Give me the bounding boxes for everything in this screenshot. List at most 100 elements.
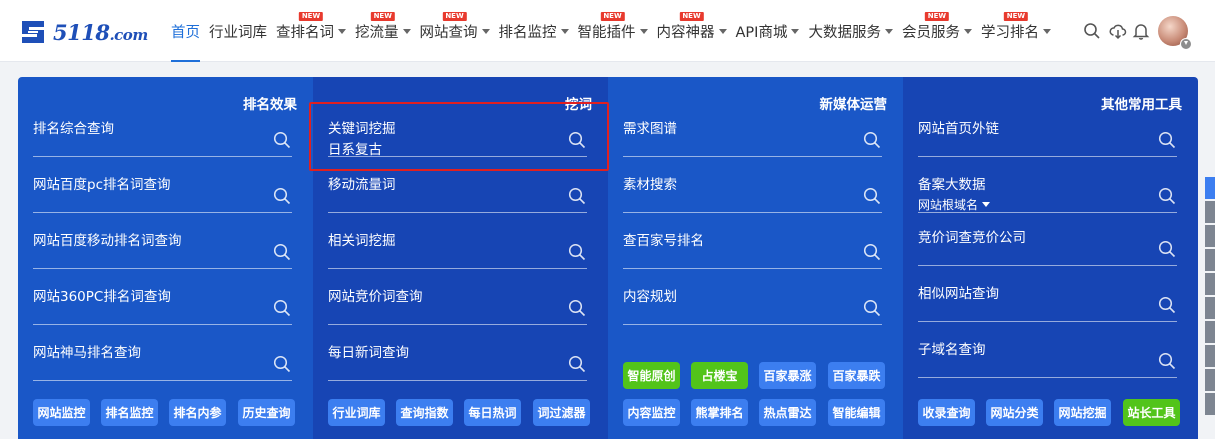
tool-column-2: 挖词 关键词挖掘 日系复古 移动流量词 相关词挖掘 网站竞价词查询 每日新词查询 行业词库 查询… bbox=[313, 77, 608, 439]
nav-item-7[interactable]: NEW 智能插件 bbox=[575, 0, 651, 62]
edge-tab[interactable] bbox=[1205, 201, 1215, 223]
nav-item-label: 会员服务 bbox=[901, 24, 960, 41]
edge-tab[interactable] bbox=[1205, 225, 1215, 247]
search-icon[interactable] bbox=[1158, 187, 1176, 205]
search-icon[interactable] bbox=[568, 243, 586, 261]
tool-row[interactable]: 备案大数据 网站根域名 bbox=[918, 173, 1177, 213]
tool-column-3: 新媒体运营需求图谱素材搜索查百家号排名 内容规划智能原创 占楼宝 百家暴涨 百家暴跌内容… bbox=[608, 77, 903, 439]
search-icon[interactable] bbox=[863, 243, 881, 261]
nav-item-8[interactable]: NEW 内容神器 bbox=[654, 0, 730, 62]
nav-item-1[interactable]: 首页 bbox=[168, 0, 203, 62]
nav-item-6[interactable]: 排名监控 bbox=[496, 0, 572, 62]
quick-button[interactable]: 百家暴涨 bbox=[759, 362, 816, 389]
chevron-down-icon bbox=[402, 28, 411, 34]
search-icon[interactable] bbox=[273, 243, 291, 261]
quick-button[interactable]: 排名内参 bbox=[169, 399, 226, 426]
quick-button[interactable]: 熊掌排名 bbox=[691, 399, 748, 426]
quick-button[interactable]: 网站监控 bbox=[33, 399, 90, 426]
quick-button[interactable]: 站长工具 bbox=[1123, 399, 1180, 426]
search-icon[interactable] bbox=[1158, 296, 1176, 314]
search-icon[interactable] bbox=[568, 187, 586, 205]
keyword-input-value[interactable]: 日系复古 bbox=[328, 138, 382, 158]
quick-button[interactable]: 每日热词 bbox=[464, 399, 521, 426]
new-badge: NEW bbox=[924, 12, 950, 21]
tool-row[interactable]: 竞价词查竞价公司 bbox=[918, 226, 1177, 266]
quick-button[interactable]: 网站分类 bbox=[986, 399, 1043, 426]
search-icon[interactable] bbox=[863, 187, 881, 205]
quick-button[interactable]: 历史查询 bbox=[238, 399, 295, 426]
search-icon[interactable] bbox=[273, 187, 291, 205]
tool-row[interactable]: 网站竞价词查询 bbox=[328, 285, 587, 325]
search-icon[interactable] bbox=[568, 131, 586, 149]
nav-item-12[interactable]: NEW 学习排名 bbox=[978, 0, 1054, 62]
search-icon[interactable] bbox=[863, 299, 881, 317]
quick-button[interactable]: 收录查询 bbox=[918, 399, 975, 426]
nav-item-4[interactable]: NEW 挖流量 bbox=[352, 0, 414, 62]
edge-tab[interactable] bbox=[1205, 393, 1215, 415]
tool-row[interactable]: 网站神马排名查询 bbox=[33, 341, 292, 381]
quick-button[interactable]: 词过滤器 bbox=[533, 399, 590, 426]
bell-icon[interactable] bbox=[1132, 22, 1150, 40]
nav-item-3[interactable]: NEW 查排名词 bbox=[273, 0, 349, 62]
chevron-down-icon bbox=[481, 28, 490, 34]
quick-button[interactable]: 智能原创 bbox=[623, 362, 680, 389]
tool-row[interactable]: 需求图谱 bbox=[623, 117, 882, 157]
nav-item-9[interactable]: API商城 bbox=[733, 0, 803, 62]
tool-row[interactable]: 排名综合查询 bbox=[33, 117, 292, 157]
quick-button[interactable]: 百家暴跌 bbox=[828, 362, 885, 389]
edge-tab[interactable] bbox=[1205, 177, 1215, 199]
tool-row[interactable]: 网站首页外链 bbox=[918, 117, 1177, 157]
chevron-down-icon bbox=[791, 28, 800, 34]
tool-row[interactable]: 关键词挖掘 日系复古 bbox=[328, 117, 587, 158]
quick-button[interactable]: 网站挖掘 bbox=[1054, 399, 1111, 426]
nav-item-5[interactable]: NEW 网站查询 bbox=[417, 0, 493, 62]
column-title: 排名效果 bbox=[243, 97, 297, 113]
logo[interactable]: 5118.com bbox=[16, 14, 148, 50]
edge-tab[interactable] bbox=[1205, 369, 1215, 391]
tool-row[interactable]: 网站百度移动排名词查询 bbox=[33, 229, 292, 269]
nav-item-11[interactable]: NEW 会员服务 bbox=[899, 0, 975, 62]
search-icon[interactable] bbox=[568, 299, 586, 317]
tool-row[interactable]: 子域名查询 bbox=[918, 338, 1177, 378]
quick-button[interactable]: 热点雷达 bbox=[759, 399, 816, 426]
column-title: 新媒体运营 bbox=[819, 97, 888, 113]
tool-row[interactable]: 相关词挖掘 bbox=[328, 229, 587, 269]
search-icon[interactable] bbox=[273, 131, 291, 149]
search-icon[interactable] bbox=[863, 131, 881, 149]
quick-button[interactable]: 查询指数 bbox=[396, 399, 453, 426]
quick-button[interactable]: 行业词库 bbox=[328, 399, 385, 426]
tool-label: 网站360PC排名词查询 bbox=[33, 289, 171, 305]
tool-row[interactable]: 内容规划 bbox=[623, 285, 882, 325]
edge-tab[interactable] bbox=[1205, 249, 1215, 271]
quick-button[interactable]: 占楼宝 bbox=[691, 362, 748, 389]
search-icon[interactable] bbox=[1158, 131, 1176, 149]
tool-row[interactable]: 每日新词查询 bbox=[328, 341, 587, 381]
nav-item-10[interactable]: 大数据服务 bbox=[805, 0, 896, 62]
cloud-download-icon[interactable] bbox=[1109, 22, 1127, 40]
edge-tab[interactable] bbox=[1205, 321, 1215, 343]
tool-row[interactable]: 网站百度pc排名词查询 bbox=[33, 173, 292, 213]
quick-button[interactable]: 内容监控 bbox=[623, 399, 680, 426]
tool-label: 网站百度移动排名词查询 bbox=[33, 233, 182, 249]
tool-sub-select[interactable]: 网站根域名 bbox=[918, 196, 991, 213]
quick-button[interactable]: 排名监控 bbox=[101, 399, 158, 426]
chevron-down-icon bbox=[982, 202, 991, 207]
search-icon[interactable] bbox=[273, 299, 291, 317]
search-icon[interactable] bbox=[568, 355, 586, 373]
edge-tab[interactable] bbox=[1205, 273, 1215, 295]
search-icon[interactable] bbox=[1083, 22, 1101, 40]
tool-row[interactable]: 素材搜索 bbox=[623, 173, 882, 213]
search-icon[interactable] bbox=[273, 355, 291, 373]
edge-tab[interactable] bbox=[1205, 297, 1215, 319]
tool-row[interactable]: 相似网站查询 bbox=[918, 282, 1177, 322]
nav-item-2[interactable]: 行业词库 bbox=[206, 0, 270, 62]
tool-row[interactable]: 网站360PC排名词查询 bbox=[33, 285, 292, 325]
tool-row[interactable]: 查百家号排名 bbox=[623, 229, 882, 269]
search-icon[interactable] bbox=[1158, 352, 1176, 370]
search-icon[interactable] bbox=[1158, 240, 1176, 258]
column-title: 其他常用工具 bbox=[1101, 97, 1182, 113]
edge-tab[interactable] bbox=[1205, 345, 1215, 367]
tool-row[interactable]: 移动流量词 bbox=[328, 173, 587, 213]
quick-button[interactable]: 智能编辑 bbox=[828, 399, 885, 426]
avatar-dropdown-icon[interactable] bbox=[1180, 38, 1192, 50]
